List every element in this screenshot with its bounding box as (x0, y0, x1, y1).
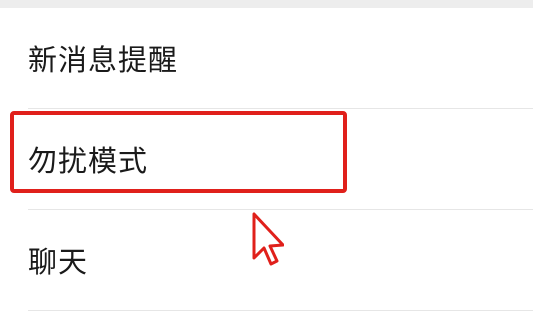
top-gap (0, 0, 533, 8)
settings-list: 新消息提醒 勿扰模式 聊天 (0, 8, 533, 318)
settings-item-label: 聊天 (28, 245, 89, 279)
settings-item-new-message-alerts[interactable]: 新消息提醒 (0, 8, 533, 108)
settings-item-label: 新消息提醒 (28, 43, 179, 77)
settings-item-do-not-disturb[interactable]: 勿扰模式 (0, 109, 533, 209)
arrow-cursor-icon (252, 212, 284, 266)
settings-item-label: 勿扰模式 (28, 144, 149, 178)
divider (28, 310, 533, 311)
